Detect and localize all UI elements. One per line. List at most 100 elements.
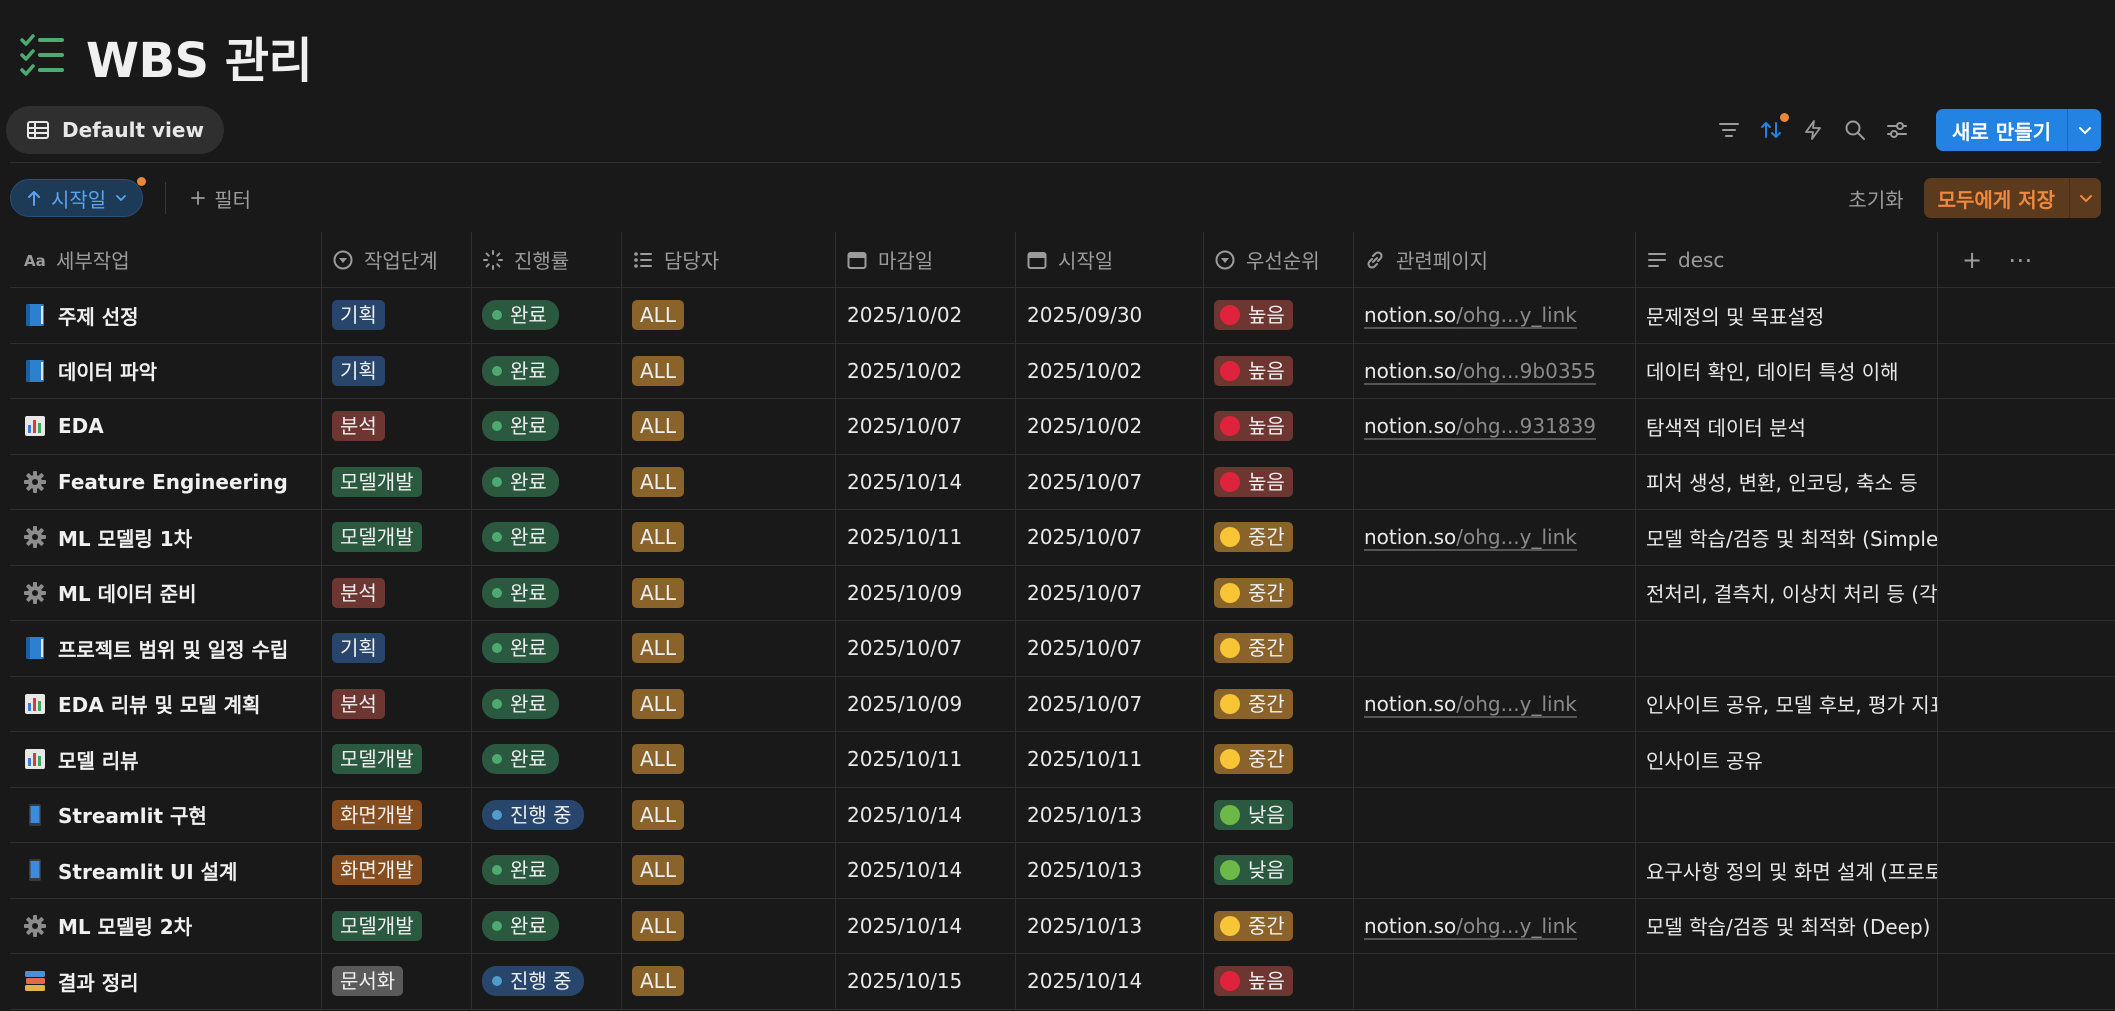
related-page-cell[interactable]: notion.so/ohg...y_link [1354,898,1636,953]
desc-cell[interactable]: 문제정의 및 목표설정 [1636,288,1938,343]
due-date-cell[interactable]: 2025/10/09 [836,565,1016,620]
due-date-cell[interactable]: 2025/10/14 [836,843,1016,898]
table-row[interactable]: 모델 리뷰 모델개발 완료 ALL 2025/10/11 2025/10/11 중간 인사이트… [10,732,2115,788]
add-filter-button[interactable]: 필터 [190,184,251,213]
owner-cell[interactable]: ALL [622,454,836,509]
related-page-link[interactable]: notion.so/ohg...y_link [1364,914,1577,938]
start-date-cell[interactable]: 2025/09/30 [1016,288,1204,343]
column-header-progress[interactable]: 진행률 [472,232,622,287]
stage-cell[interactable]: 분석 [322,676,472,731]
progress-cell[interactable]: 진행 중 [472,954,622,1009]
due-date-cell[interactable]: 2025/10/14 [836,898,1016,953]
start-date-cell[interactable]: 2025/10/14 [1016,954,1204,1009]
table-row[interactable]: 주제 선정 기획 완료 ALL 2025/10/02 2025/09/30 높음 notion… [10,288,2115,344]
owner-cell[interactable]: ALL [622,565,836,620]
stage-cell[interactable]: 분석 [322,399,472,454]
task-cell[interactable]: ML 모델링 1차 [10,510,322,565]
related-page-cell[interactable]: notion.so/ohg...y_link [1354,676,1636,731]
progress-cell[interactable]: 완료 [472,732,622,787]
owner-cell[interactable]: ALL [622,787,836,842]
related-page-cell[interactable] [1354,787,1636,842]
related-page-cell[interactable]: notion.so/ohg...931839 [1354,399,1636,454]
desc-cell[interactable]: 데이터 확인, 데이터 특성 이해 [1636,343,1938,398]
priority-cell[interactable]: 높음 [1204,343,1354,398]
stage-cell[interactable]: 모델개발 [322,898,472,953]
related-page-cell[interactable]: notion.so/ohg...9b0355 [1354,343,1636,398]
related-page-cell[interactable] [1354,565,1636,620]
owner-cell[interactable]: ALL [622,954,836,1009]
table-row[interactable]: EDA 리뷰 및 모델 계획 분석 완료 ALL 2025/10/09 2025/10/0… [10,676,2115,732]
start-date-cell[interactable]: 2025/10/13 [1016,898,1204,953]
table-row[interactable]: Feature Engineering 모델개발 완료 ALL 2025/10/14 20… [10,454,2115,510]
due-date-cell[interactable]: 2025/10/07 [836,399,1016,454]
column-header-owner[interactable]: 담당자 [622,232,836,287]
add-column-button[interactable]: + [1962,246,1982,274]
column-header-start[interactable]: 시작일 [1016,232,1204,287]
desc-cell[interactable]: 모델 학습/검증 및 최적화 (Deep) [1636,898,1938,953]
related-page-cell[interactable] [1354,954,1636,1009]
task-cell[interactable]: ML 데이터 준비 [10,565,322,620]
priority-cell[interactable]: 중간 [1204,898,1354,953]
priority-cell[interactable]: 중간 [1204,732,1354,787]
priority-cell[interactable]: 중간 [1204,621,1354,676]
save-dropdown-button[interactable] [2069,178,2101,218]
owner-cell[interactable]: ALL [622,843,836,898]
column-header-desc[interactable]: desc [1636,232,1938,287]
filter-button[interactable] [1718,119,1740,141]
priority-cell[interactable]: 낮음 [1204,787,1354,842]
desc-cell[interactable]: 피처 생성, 변환, 인코딩, 축소 등 [1636,454,1938,509]
table-row[interactable]: EDA 분석 완료 ALL 2025/10/07 2025/10/02 높음 notion.s… [10,399,2115,455]
task-cell[interactable]: 모델 리뷰 [10,732,322,787]
related-page-link[interactable]: notion.so/ohg...y_link [1364,525,1577,549]
stage-cell[interactable]: 기획 [322,343,472,398]
related-page-link[interactable]: notion.so/ohg...9b0355 [1364,359,1596,383]
progress-cell[interactable]: 완료 [472,676,622,731]
start-date-cell[interactable]: 2025/10/07 [1016,676,1204,731]
column-header-priority[interactable]: 우선순위 [1204,232,1354,287]
table-row[interactable]: Streamlit 구현 화면개발 진행 중 ALL 2025/10/14 2025/10… [10,787,2115,843]
table-row[interactable]: Streamlit UI 설계 화면개발 완료 ALL 2025/10/14 2025/1… [10,843,2115,899]
stage-cell[interactable]: 모델개발 [322,510,472,565]
stage-cell[interactable]: 모델개발 [322,732,472,787]
progress-cell[interactable]: 진행 중 [472,787,622,842]
owner-cell[interactable]: ALL [622,399,836,454]
due-date-cell[interactable]: 2025/10/15 [836,954,1016,1009]
task-cell[interactable]: EDA [10,399,322,454]
task-cell[interactable]: EDA 리뷰 및 모델 계획 [10,676,322,731]
settings-button[interactable] [1886,119,1908,141]
desc-cell[interactable] [1636,621,1938,676]
table-row[interactable]: ML 데이터 준비 분석 완료 ALL 2025/10/09 2025/10/07 중간 전처… [10,565,2115,621]
owner-cell[interactable]: ALL [622,898,836,953]
automation-button[interactable] [1802,119,1824,141]
related-page-cell[interactable] [1354,732,1636,787]
priority-cell[interactable]: 중간 [1204,676,1354,731]
start-date-cell[interactable]: 2025/10/07 [1016,621,1204,676]
priority-cell[interactable]: 낮음 [1204,843,1354,898]
related-page-link[interactable]: notion.so/ohg...y_link [1364,303,1577,327]
page-title[interactable]: WBS 관리 [86,21,313,91]
related-page-cell[interactable]: notion.so/ohg...y_link [1354,510,1636,565]
stage-cell[interactable]: 화면개발 [322,843,472,898]
owner-cell[interactable]: ALL [622,343,836,398]
progress-cell[interactable]: 완료 [472,565,622,620]
stage-cell[interactable]: 화면개발 [322,787,472,842]
progress-cell[interactable]: 완료 [472,898,622,953]
due-date-cell[interactable]: 2025/10/14 [836,454,1016,509]
desc-cell[interactable]: 전처리, 결측치, 이상치 처리 등 (각 [1636,565,1938,620]
owner-cell[interactable]: ALL [622,510,836,565]
task-cell[interactable]: ML 모델링 2차 [10,898,322,953]
start-date-cell[interactable]: 2025/10/11 [1016,732,1204,787]
stage-cell[interactable]: 기획 [322,288,472,343]
task-cell[interactable]: Streamlit 구현 [10,787,322,842]
start-date-cell[interactable]: 2025/10/07 [1016,454,1204,509]
table-row[interactable]: ML 모델링 1차 모델개발 완료 ALL 2025/10/11 2025/10/07 중간… [10,510,2115,566]
desc-cell[interactable]: 요구사항 정의 및 화면 설계 (프로토 [1636,843,1938,898]
start-date-cell[interactable]: 2025/10/02 [1016,399,1204,454]
progress-cell[interactable]: 완료 [472,454,622,509]
desc-cell[interactable] [1636,787,1938,842]
column-header-due[interactable]: 마감일 [836,232,1016,287]
new-dropdown-button[interactable] [2067,109,2101,151]
progress-cell[interactable]: 완료 [472,621,622,676]
due-date-cell[interactable]: 2025/10/07 [836,621,1016,676]
related-page-cell[interactable] [1354,843,1636,898]
